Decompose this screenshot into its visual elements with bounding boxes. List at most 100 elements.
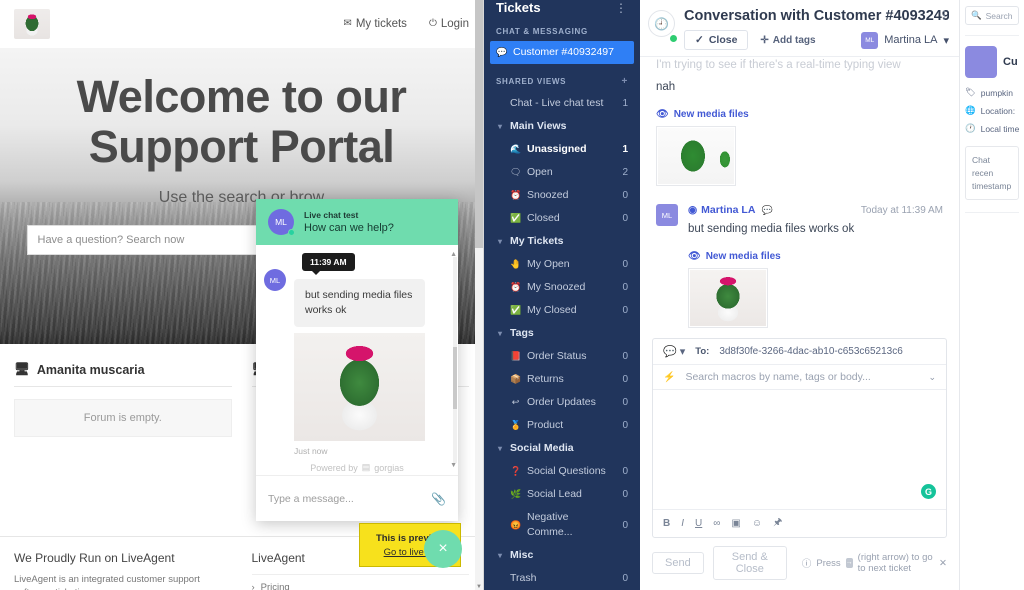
nav-my-tickets[interactable]: ✉ My tickets [343,18,407,30]
chat-channel-icon[interactable]: 💬 ▾ [663,345,685,358]
angry-face-icon: 😡 [510,519,522,530]
sidebar-item-my-closed[interactable]: ✅ My Closed 0 [484,299,640,322]
forum-title-label: Amanita muscaria [36,362,145,377]
emoji-icon[interactable]: ☺ [752,518,762,529]
sidebar-item-closed[interactable]: ✅ Closed 0 [484,207,640,230]
sidebar-header: Tickets ⋮ [484,0,640,15]
scroll-down-icon[interactable]: ▼ [475,584,483,590]
customer-meta-tag-text: pumpkin [980,87,1013,98]
customer-meta-local-time: 🕐 Local time [965,123,1019,134]
site-logo-icon[interactable] [14,9,50,39]
composer-footer: Send Send & Close ⓘ Press → (right arrow… [640,538,959,590]
widget-scrollbar[interactable]: ▲ ▼ [450,251,457,469]
kebab-menu-icon[interactable]: ⋮ [938,8,951,22]
chevron-right-icon: › [251,582,255,590]
sidebar-item-order-updates[interactable]: ↩ Order Updates 0 [484,391,640,414]
chevron-down-icon: ▾ [498,329,503,338]
sidebar-item-returns[interactable]: 📦 Returns 0 [484,368,640,391]
sidebar-item-count: 0 [622,259,628,270]
chevron-down-icon: ▾ [498,122,503,131]
sidebar-item-chat-live-chat-test[interactable]: Chat - Live chat test 1 [484,92,640,115]
sidebar-item-my-snoozed[interactable]: ⏰ My Snoozed 0 [484,276,640,299]
sidebar-group-my-tickets[interactable]: ▾ My Tickets [484,230,640,253]
sidebar-group-misc[interactable]: ▾ Misc [484,544,640,567]
add-view-icon[interactable]: + [621,76,628,87]
assignee-initials: ML [865,36,875,44]
sidebar-section-label: CHAT & MESSAGING [496,27,588,36]
sidebar-item-open[interactable]: 🗨 Open 2 [484,161,640,184]
chevron-down-icon[interactable]: ⌄ [928,372,936,383]
sidebar-group-label: My Tickets [510,235,564,247]
widget-close-button[interactable]: × [424,530,462,568]
sidebar-item-snoozed[interactable]: ⏰ Snoozed 0 [484,184,640,207]
sidebar-item-social-lead[interactable]: 🌿 Social Lead 0 [484,483,640,506]
sidebar-item-negative-comments[interactable]: 😡 Negative Comme... 0 [484,506,640,544]
media-files-link-2[interactable]: 👁 New media files [688,251,943,262]
live-chat-widget: ML Live chat test How can we help? 11:39… [256,199,458,521]
hand-icon: 🤚 [510,259,522,269]
sidebar-item-customer-40932497[interactable]: 💬 Customer #40932497 [490,41,634,64]
sidebar-item-trash[interactable]: Trash 0 [484,567,640,590]
footer-left-body: LiveAgent is an integrated customer supp… [14,574,200,590]
grammarly-icon[interactable]: G [921,484,936,499]
avatar[interactable] [965,46,997,78]
underline-icon[interactable]: U [695,518,702,529]
cactus-photo [690,270,766,326]
footer-link-pricing[interactable]: › Pricing [251,574,469,590]
kebab-menu-icon[interactable]: ⋮ [615,2,628,14]
macro-search-input[interactable]: Search macros by name, tags or body... [685,371,918,383]
sidebar-group-social-media[interactable]: ▾ Social Media [484,437,640,460]
assignee-selector[interactable]: ML Martina LA ▾ [861,31,949,49]
sidebar-group-tags[interactable]: ▾ Tags [484,322,640,345]
reply-textarea[interactable]: G [653,390,946,509]
sidebar-item-label: Product [527,419,564,431]
sidebar-item-label: Social Lead [527,488,582,500]
agent-message: ML ◉ Martina LA 💬 Today at 11:39 AM but … [656,204,943,328]
search-input[interactable]: 🔍 Search [965,6,1019,25]
sidebar-group-label: Misc [510,549,534,561]
leaf-photo [658,128,734,184]
sidebar-item-product[interactable]: 🏅 Product 0 [484,414,640,437]
eye-icon: 👁 [656,109,669,120]
add-tags-button[interactable]: ✛ Add tags [760,35,815,46]
link-icon[interactable]: ∞ [713,518,720,529]
lightning-icon: ⚡ [663,371,676,383]
composer-to-value[interactable]: 3d8f30fe-3266-4dac-ab10-c653c65213c6 [719,346,902,357]
message-attachment-thumbnail-2[interactable] [688,268,768,328]
sidebar-item-social-questions[interactable]: ❓ Social Questions 0 [484,460,640,483]
sidebar-item-unassigned[interactable]: 🌊 Unassigned 1 [484,138,640,161]
attachment-icon[interactable]: 🖈 [773,515,782,532]
widget-powered-by: Powered by ▤ gorgias [264,462,450,473]
bold-icon[interactable]: B [663,518,670,529]
nav-login[interactable]: ⏻ Login [429,18,469,30]
widget-message-sent-label: Just now [294,446,328,457]
sidebar-item-label: Returns [527,373,564,385]
widget-message-image[interactable] [294,333,425,442]
image-icon[interactable]: ▣ [731,518,740,529]
close-icon[interactable]: ✕ [939,558,947,569]
widget-input[interactable]: Type a message... [268,493,423,505]
italic-icon[interactable]: I [681,518,684,529]
site-search-placeholder: Have a question? Search now [37,233,185,246]
send-and-close-button[interactable]: Send & Close [712,546,787,580]
send-button[interactable]: Send [652,552,704,574]
sidebar-item-label: Closed [527,212,560,224]
sidebar-item-label: Customer #40932497 [513,46,614,58]
message-author[interactable]: ◉ Martina LA [688,204,755,216]
scroll-down-icon[interactable]: ▼ [450,462,457,469]
search-icon: 🔍 [971,10,982,20]
sidebar-item-my-open[interactable]: 🤚 My Open 0 [484,253,640,276]
sidebar-item-count: 0 [622,190,628,201]
scroll-up-icon[interactable]: ▲ [450,251,457,258]
paperclip-icon[interactable]: 📎 [431,492,446,506]
message-attachment-thumbnail[interactable] [656,126,736,186]
close-ticket-button[interactable]: ✓ Close [684,30,749,50]
conversation-actions: ✓ Close ✛ Add tags ML Martina LA ▾ [684,30,949,50]
check-box-icon: ✅ [510,305,522,315]
sidebar-item-order-status[interactable]: 📕 Order Status 0 [484,345,640,368]
faded-previous-message: I'm trying to see if there's a real-time… [656,59,901,71]
history-clock-icon[interactable]: 🕘 [648,10,675,37]
media-files-link[interactable]: 👁 New media files [656,109,943,120]
sidebar-group-main-views[interactable]: ▾ Main Views [484,115,640,138]
sidebar-item-label: Order Updates [527,396,596,408]
